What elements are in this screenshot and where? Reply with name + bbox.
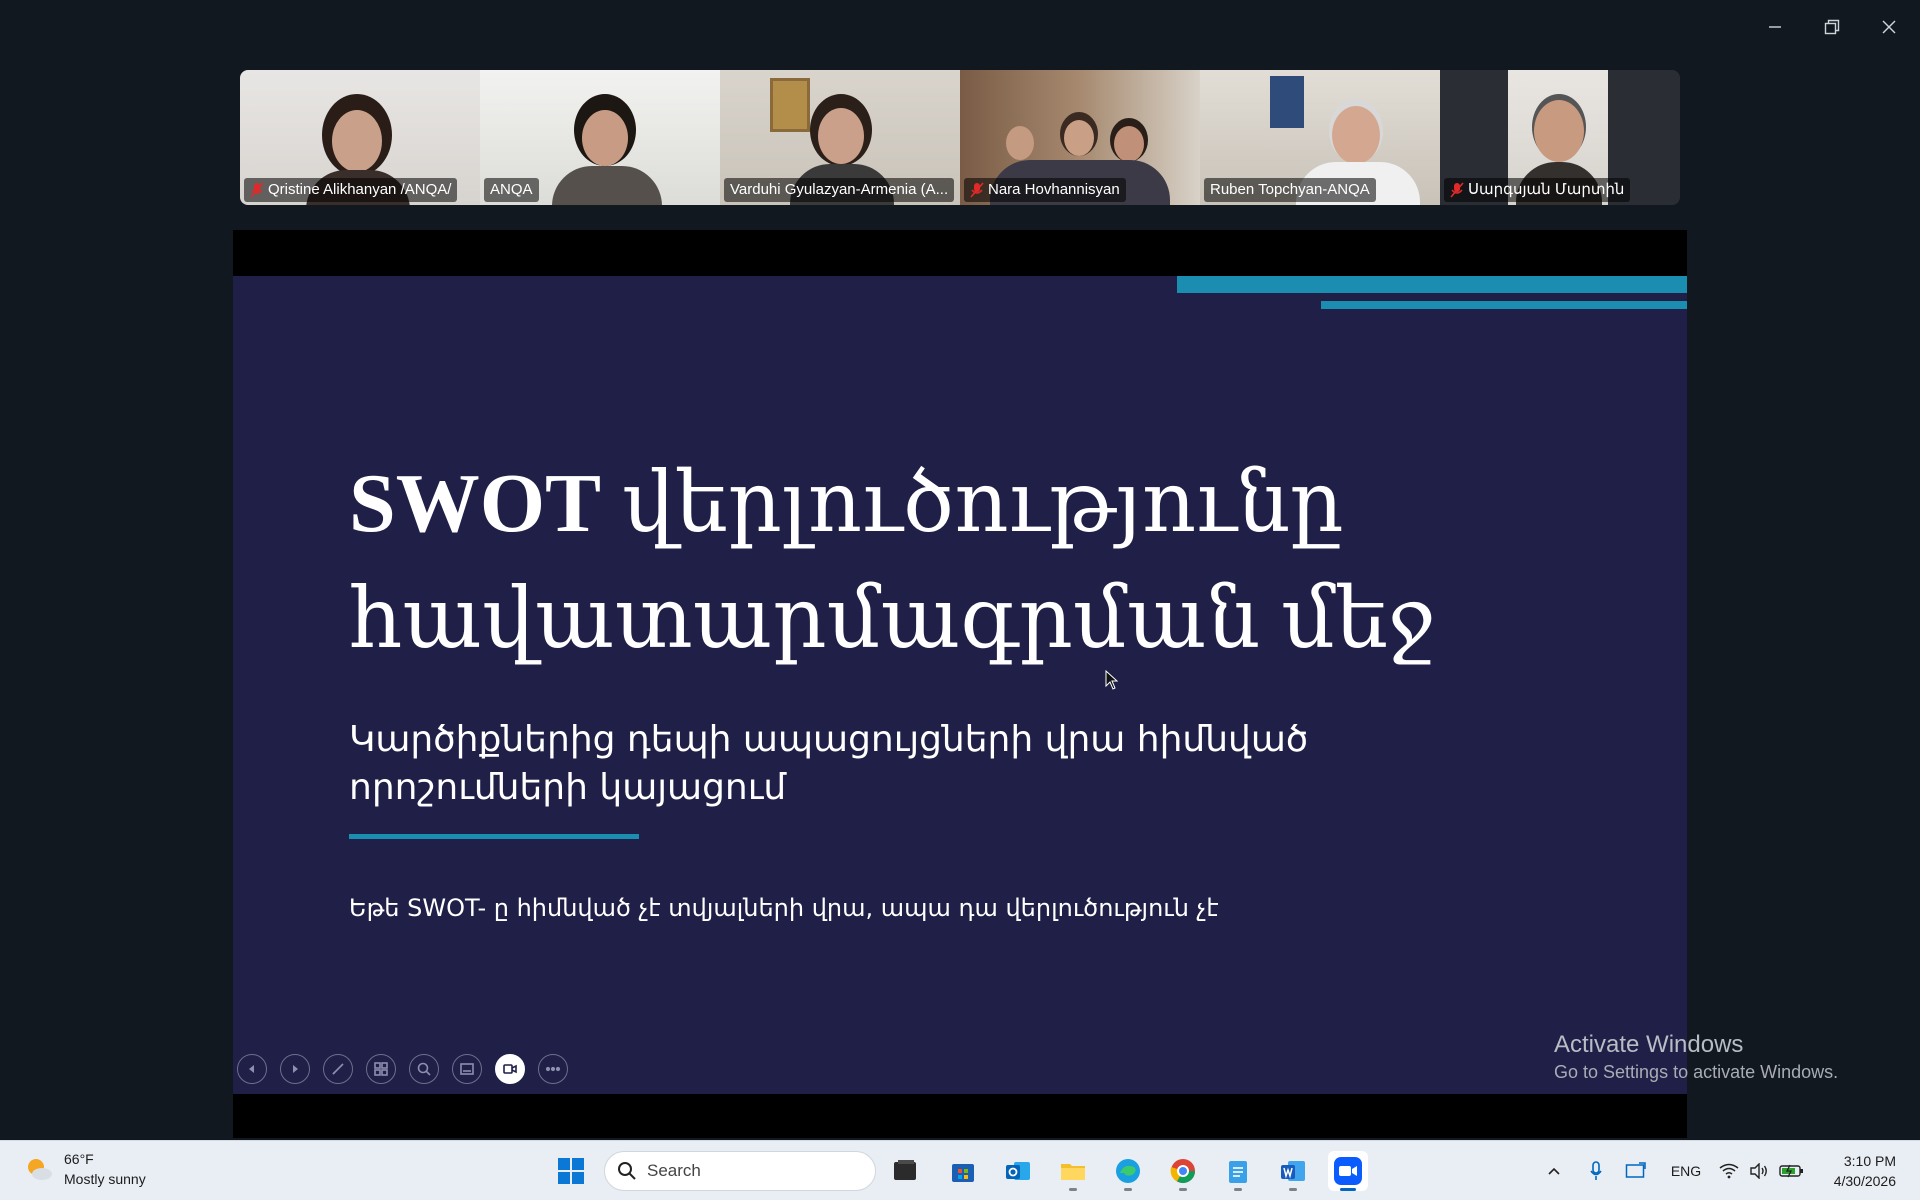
previous-slide-icon[interactable] (237, 1054, 267, 1084)
language-indicator[interactable]: ENG (1666, 1151, 1706, 1191)
clock-date: 4/30/2026 (1833, 1173, 1896, 1189)
screen-share-icon (1625, 1162, 1646, 1178)
mic-muted-icon (250, 182, 264, 198)
slide-title: SWOT վերլուծությունը հավատարմագրման մեջ (349, 457, 1436, 666)
participant-name: ANQA (484, 178, 539, 202)
taskbar-clock[interactable]: 3:10 PM 4/30/2026 (1834, 1151, 1896, 1191)
zoom-icon[interactable] (409, 1054, 439, 1084)
participant-name: Ruben Topchyan-ANQA (1204, 178, 1376, 202)
camera-icon[interactable] (495, 1054, 525, 1084)
participant-tile[interactable]: Varduhi Gyulazyan-Armenia (A... (720, 70, 960, 205)
taskbar-app-outlook[interactable] (998, 1151, 1038, 1191)
volume-icon (1750, 1163, 1767, 1179)
wifi-tray-button[interactable] (1716, 1151, 1742, 1191)
chevron-up-icon (1548, 1167, 1560, 1175)
running-indicator (1234, 1188, 1242, 1191)
chrome-icon (1170, 1159, 1195, 1184)
battery-charging-icon (1779, 1164, 1803, 1178)
active-indicator (1340, 1188, 1356, 1191)
minimize-icon[interactable] (1757, 12, 1793, 42)
slide-note: Եթե SWOT- ը հիմնված չէ տվյալների վրա, ապ… (349, 894, 1219, 922)
show-hidden-icons-button[interactable] (1542, 1151, 1566, 1191)
folder-icon (1061, 1164, 1085, 1180)
windows-start-button[interactable] (551, 1151, 591, 1191)
pen-icon[interactable] (323, 1054, 353, 1084)
running-indicator (1179, 1188, 1187, 1191)
participant-name: Սարգսյան Մարտին (1444, 178, 1631, 202)
search-placeholder: Search (647, 1161, 701, 1180)
running-indicator (1289, 1188, 1297, 1191)
watermark-title: Activate Windows (1554, 1031, 1744, 1058)
outlook-icon (1006, 1162, 1030, 1180)
app-window-icon (894, 1160, 916, 1180)
participant-name: Varduhi Gyulazyan-Armenia (A... (724, 178, 955, 202)
participant-name: Nara Hovhannisyan (964, 178, 1126, 202)
search-icon (618, 1162, 636, 1180)
more-options-icon[interactable] (538, 1054, 568, 1084)
weather-widget[interactable]: 66°F Mostly sunny (24, 1149, 146, 1189)
weather-description: Mostly sunny (64, 1171, 146, 1187)
taskbar-app-chrome[interactable] (1163, 1151, 1203, 1191)
presentation-slide: SWOT վերլուծությունը հավատարմագրման մեջ … (233, 276, 1687, 1094)
participant-name: Qristine Alikhanyan /ANQA/ (244, 178, 458, 202)
wifi-icon (1719, 1163, 1739, 1179)
running-indicator (1124, 1188, 1132, 1191)
restore-icon[interactable] (1814, 12, 1850, 42)
watermark-subtitle: Go to Settings to activate Windows. (1554, 1062, 1839, 1082)
weather-temperature: 66°F (64, 1151, 94, 1167)
windows-taskbar: 66°F Mostly sunny Search ENG 3:10 PM 4/3… (0, 1140, 1920, 1200)
participant-tile-active-speaker[interactable]: ANQA (480, 70, 720, 205)
microphone-tray-button[interactable] (1584, 1151, 1608, 1191)
activate-windows-watermark: Activate Windows Go to Settings to activ… (1554, 1030, 1838, 1084)
battery-tray-button[interactable] (1777, 1151, 1807, 1191)
taskbar-app-notepad[interactable] (1218, 1151, 1258, 1191)
taskbar-app-file-explorer[interactable] (1053, 1151, 1093, 1191)
mic-muted-icon (1450, 182, 1464, 198)
slide-show-toolbar (237, 1054, 568, 1084)
mouse-cursor-icon (1105, 670, 1119, 690)
running-indicator (1069, 1188, 1077, 1191)
microphone-icon (1590, 1161, 1602, 1180)
zoom-app-icon (1334, 1157, 1362, 1185)
edge-browser-icon (1116, 1159, 1140, 1183)
taskbar-app-word[interactable] (1273, 1151, 1313, 1191)
taskbar-app-edge[interactable] (1108, 1151, 1148, 1191)
microsoft-store-icon (952, 1164, 974, 1182)
clock-time: 3:10 PM (1843, 1153, 1896, 1169)
volume-tray-button[interactable] (1746, 1151, 1772, 1191)
participant-tile[interactable]: Nara Hovhannisyan (960, 70, 1200, 205)
participant-tile[interactable]: Qristine Alikhanyan /ANQA/ (240, 70, 480, 205)
participant-tile[interactable]: Սարգսյան Մարտին (1440, 70, 1680, 205)
mic-muted-icon (970, 182, 984, 198)
slide-accent-bar (1177, 276, 1687, 293)
zoom-meeting-window: Qristine Alikhanyan /ANQA/ ANQA Varduhi … (0, 0, 1920, 1200)
taskbar-search-box[interactable]: Search (604, 1151, 876, 1191)
notepad-icon (1229, 1161, 1247, 1183)
slide-divider (349, 834, 639, 839)
location-tray-button[interactable] (1622, 1151, 1650, 1191)
close-icon[interactable] (1871, 12, 1907, 42)
participant-strip: Qristine Alikhanyan /ANQA/ ANQA Varduhi … (240, 70, 1680, 205)
next-slide-icon[interactable] (280, 1054, 310, 1084)
shared-screen: SWOT վերլուծությունը հավատարմագրման մեջ … (233, 230, 1687, 1138)
slide-subtitle: Կարծիքներից դեպի ապացույցների վրա հիմնվա… (349, 719, 1309, 808)
windows-logo-icon (558, 1158, 584, 1184)
taskbar-app-store[interactable] (943, 1151, 983, 1191)
slide-accent-bar (1321, 301, 1687, 309)
participant-tile[interactable]: Ruben Topchyan-ANQA (1200, 70, 1440, 205)
see-all-slides-icon[interactable] (366, 1054, 396, 1084)
subtitles-icon[interactable] (452, 1054, 482, 1084)
taskbar-app-zoom[interactable] (1328, 1151, 1368, 1191)
partly-sunny-icon (28, 1159, 52, 1180)
taskbar-app-dark-window[interactable] (885, 1151, 925, 1191)
word-icon (1281, 1161, 1305, 1181)
